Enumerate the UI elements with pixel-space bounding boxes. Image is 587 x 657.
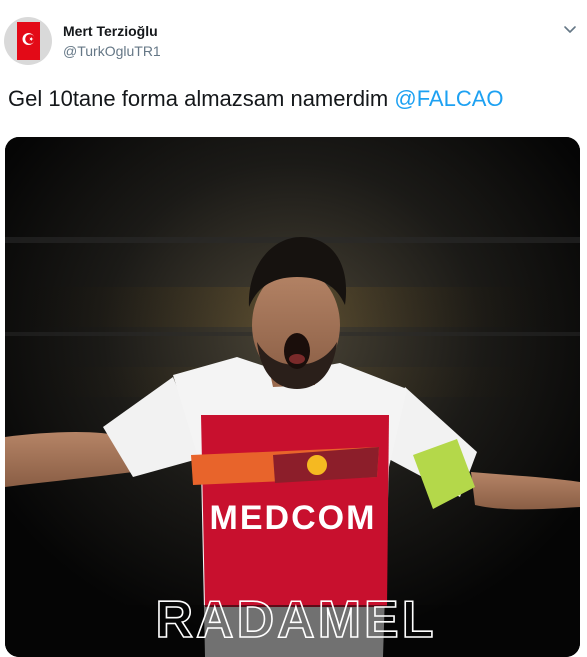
player-illustration: MEDCOM RADAMEL — [5, 137, 580, 657]
mention-link[interactable]: @FALCAO — [394, 86, 503, 111]
overlay-name: RADAMEL — [156, 591, 437, 649]
display-name[interactable]: Mert Terzioğlu — [63, 23, 158, 39]
chevron-down-icon[interactable] — [562, 21, 578, 37]
sponsor-text: MEDCOM — [210, 499, 377, 537]
tweet-text: Gel 10tane forma almazsam namerdim @FALC… — [8, 86, 504, 112]
turkish-flag-icon — [17, 22, 40, 60]
user-handle[interactable]: @TurkOgluTR1 — [63, 43, 161, 59]
tweet-body: Gel 10tane forma almazsam namerdim — [8, 86, 395, 111]
tweet-photo[interactable]: MEDCOM RADAMEL — [5, 137, 580, 657]
avatar[interactable] — [4, 17, 52, 65]
